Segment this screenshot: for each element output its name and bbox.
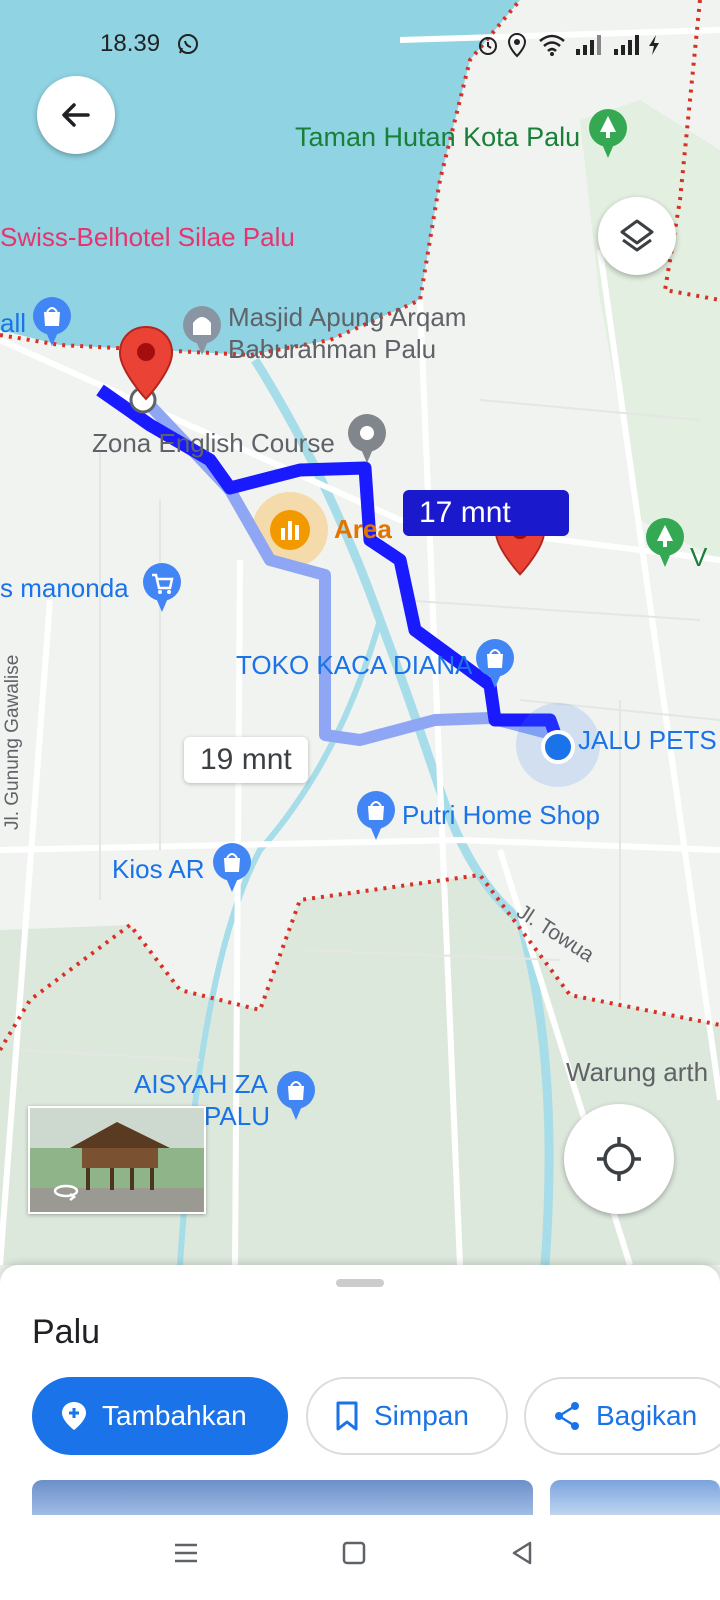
layers-button[interactable]: [598, 197, 676, 275]
share-icon: [555, 1402, 579, 1430]
status-bar: 18.39: [0, 0, 720, 90]
system-navigation-bar: [0, 1515, 720, 1600]
location-marker-icon[interactable]: [347, 413, 387, 469]
layers-icon: [620, 219, 654, 252]
bookmark-icon: [336, 1401, 358, 1431]
map-label-manonda[interactable]: s manonda: [0, 573, 129, 604]
map-label-swiss-belhotel[interactable]: Swiss-Belhotel Silae Palu: [0, 222, 295, 253]
add-stop-label: Tambahkan: [102, 1400, 247, 1431]
map-label-zona-english[interactable]: Zona English Course: [92, 428, 335, 459]
signal-icon-2: [614, 35, 639, 55]
alternate-route-time: 19 mnt: [200, 743, 292, 776]
map-label-jalu-pets[interactable]: JALU PETS: [578, 725, 717, 756]
save-label: Simpan: [374, 1400, 469, 1431]
alarm-icon: [479, 37, 497, 55]
map-label-kios-ar[interactable]: Kios AR: [112, 854, 205, 885]
back-nav-icon[interactable]: [508, 1539, 536, 1567]
back-button[interactable]: [37, 76, 115, 154]
shopping-cart-icon[interactable]: [142, 562, 182, 618]
map-label-masjid-1[interactable]: Masjid Apung Arqam: [228, 302, 466, 333]
destination-pin-icon[interactable]: [118, 325, 174, 401]
signal-icon: [576, 35, 601, 55]
battery-charging-icon: [649, 35, 659, 55]
shopping-bag-icon-4[interactable]: [212, 842, 252, 898]
place-photo[interactable]: [32, 1480, 533, 1520]
save-button[interactable]: Simpan: [306, 1377, 508, 1455]
map-label-v[interactable]: V: [690, 542, 707, 573]
map-label-jl-gunung: Jl. Gunung Gawalise: [2, 654, 23, 830]
map-label-aisyah-2[interactable]: PALU: [204, 1101, 270, 1132]
mosque-icon[interactable]: [182, 305, 222, 361]
crosshair-icon: [597, 1137, 641, 1181]
alternate-route-time-callout[interactable]: 19 mnt: [184, 737, 308, 783]
arrow-back-icon: [62, 103, 90, 127]
map-label-area[interactable]: Area: [334, 514, 392, 545]
shopping-bag-icon-5[interactable]: [276, 1070, 316, 1126]
park-tree-icon[interactable]: [588, 108, 628, 164]
add-location-icon: [62, 1402, 86, 1430]
wifi-icon: [539, 34, 565, 56]
street-view-thumbnail[interactable]: [28, 1106, 206, 1214]
menu-nav-icon[interactable]: [172, 1539, 200, 1567]
chart-area-icon[interactable]: [268, 508, 312, 552]
share-button[interactable]: Bagikan: [524, 1377, 720, 1455]
place-title: Palu: [32, 1313, 101, 1351]
rotate-360-icon: [53, 1184, 79, 1201]
share-label: Bagikan: [596, 1400, 698, 1431]
map-view[interactable]: Taman Hutan Kota Palu Swiss-Belhotel Sil…: [0, 0, 720, 1265]
map-label-mall[interactable]: all: [0, 308, 26, 339]
add-stop-button[interactable]: Tambahkan: [32, 1377, 288, 1455]
sheet-drag-handle[interactable]: [336, 1279, 384, 1287]
place-photo-2[interactable]: [550, 1480, 720, 1520]
shopping-bag-icon-3[interactable]: [356, 790, 396, 846]
shopping-bag-icon-2[interactable]: [475, 638, 515, 694]
park-tree-icon-2[interactable]: [645, 515, 685, 575]
map-label-warung[interactable]: Warung arth: [566, 1057, 708, 1088]
shopping-bag-icon[interactable]: [32, 296, 72, 352]
my-location-button[interactable]: [564, 1104, 674, 1214]
map-label-toko-kaca[interactable]: TOKO KACA DIANA: [236, 650, 472, 681]
status-time: 18.39: [100, 30, 161, 57]
map-label-aisyah-1[interactable]: AISYAH ZA: [134, 1069, 268, 1100]
map-label-masjid-2[interactable]: Baburahman Palu: [228, 334, 436, 365]
home-nav-icon[interactable]: [340, 1539, 368, 1567]
primary-route-time: 17 mnt: [419, 496, 511, 529]
place-bottom-sheet[interactable]: Palu Tambahkan Simpan Bagikan: [0, 1265, 720, 1520]
map-label-taman-hutan[interactable]: Taman Hutan Kota Palu: [295, 122, 580, 153]
whatsapp-icon: [178, 34, 198, 54]
location-status-icon: [507, 32, 527, 58]
primary-route-time-callout[interactable]: 17 mnt: [403, 490, 569, 536]
map-label-putri-home[interactable]: Putri Home Shop: [402, 800, 600, 831]
